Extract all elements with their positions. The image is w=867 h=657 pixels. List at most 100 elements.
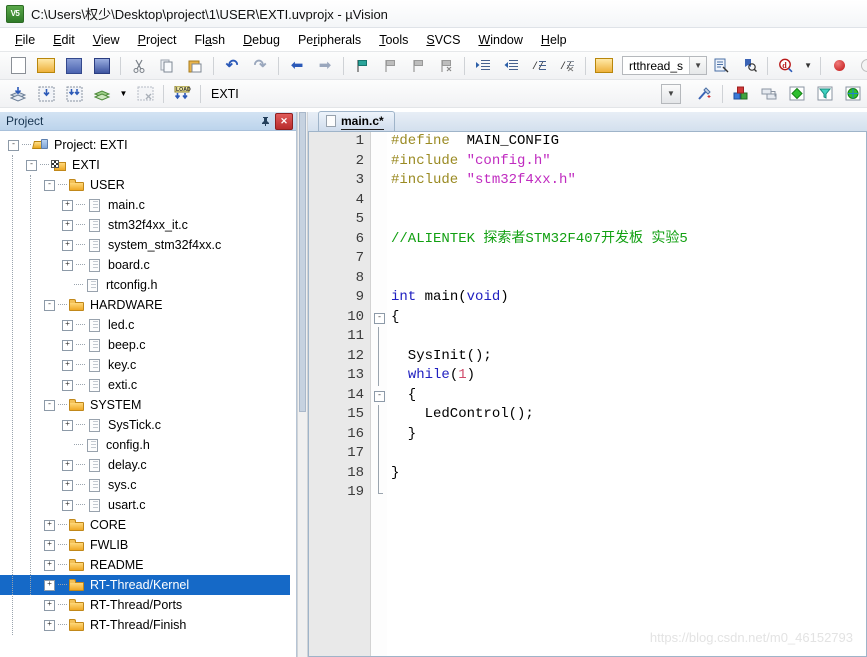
expand-icon[interactable]: + [44,520,55,531]
target-options-icon[interactable] [691,81,717,107]
cut-icon[interactable] [126,53,152,79]
target-selector-dropdown-icon[interactable]: ▼ [658,81,684,107]
tree-item[interactable]: -Project: EXTI [0,135,296,155]
tree-item[interactable]: +board.c [0,255,296,275]
close-panel-icon[interactable]: ✕ [275,113,293,130]
expand-icon[interactable]: + [62,460,73,471]
tree-item[interactable]: -EXTI [0,155,296,175]
project-tree[interactable]: -Project: EXTI-EXTI-USER+main.c+stm32f4x… [0,131,296,657]
code-line[interactable]: #define MAIN_CONFIG [391,132,866,152]
code-text[interactable]: #define MAIN_CONFIG#include "config.h"#i… [387,132,866,656]
expand-icon[interactable]: + [62,360,73,371]
menu-flash[interactable]: Flash [186,31,235,49]
tree-item[interactable]: +delay.c [0,455,296,475]
menu-svcs[interactable]: SVCS [417,31,469,49]
expand-icon[interactable]: + [44,540,55,551]
expand-icon[interactable]: + [62,340,73,351]
tree-item[interactable]: +sys.c [0,475,296,495]
auto-hide-pin-icon[interactable] [257,114,273,129]
code-line[interactable]: } [391,464,866,484]
code-line[interactable]: { [391,386,866,406]
code-line[interactable]: int main(void) [391,288,866,308]
uncomment-icon[interactable]: // [554,53,580,79]
menu-tools[interactable]: Tools [370,31,417,49]
fold-collapse-icon[interactable]: - [374,391,385,402]
build-target-icon[interactable] [33,81,59,107]
code-line[interactable]: #include "config.h" [391,152,866,172]
find-folder-icon[interactable] [591,53,617,79]
tab-main-c[interactable]: main.c* [318,111,395,131]
tree-item[interactable]: +RT-Thread/Ports [0,595,296,615]
filter-green-icon[interactable] [812,81,838,107]
tree-item[interactable]: +key.c [0,355,296,375]
bookmark-clear-icon[interactable] [433,53,459,79]
rebuild-all-icon[interactable] [61,81,87,107]
save-icon[interactable] [61,53,87,79]
menu-view[interactable]: View [84,31,129,49]
code-line[interactable] [391,191,866,211]
expand-icon[interactable]: + [44,600,55,611]
expand-icon[interactable]: + [62,260,73,271]
fold-margin[interactable]: -- [371,132,387,656]
code-line[interactable] [391,210,866,230]
tree-item[interactable]: -HARDWARE [0,295,296,315]
tree-item[interactable]: +beep.c [0,335,296,355]
navigate-forward-icon[interactable]: ➡ [312,53,338,79]
navigate-back-icon[interactable]: ⬅ [284,53,310,79]
code-line[interactable]: LedControl(); [391,405,866,425]
project-panel-scrollbar[interactable] [297,112,308,657]
tree-item[interactable]: +FWLIB [0,535,296,555]
code-line[interactable]: #include "stm32f4xx.h" [391,171,866,191]
tree-item[interactable]: +system_stm32f4xx.c [0,235,296,255]
collapse-icon[interactable]: - [44,180,55,191]
menu-edit[interactable]: Edit [44,31,84,49]
tree-item[interactable]: rtconfig.h [0,275,296,295]
code-line[interactable]: { [391,308,866,328]
save-all-icon[interactable] [89,53,115,79]
new-file-icon[interactable] [5,53,31,79]
tree-item[interactable]: +usart.c [0,495,296,515]
open-file-icon[interactable] [33,53,59,79]
configure-green-icon[interactable] [784,81,810,107]
translate-file-icon[interactable] [5,81,31,107]
menu-peripherals[interactable]: Peripherals [289,31,370,49]
bookmark-toggle-icon[interactable] [349,53,375,79]
batch-build-icon[interactable] [89,81,115,107]
expand-icon[interactable]: + [44,560,55,571]
code-line[interactable] [391,269,866,289]
menu-file[interactable]: File [6,31,44,49]
collapse-icon[interactable]: - [26,160,37,171]
expand-icon[interactable]: + [62,500,73,511]
undo-icon[interactable]: ↶ [219,53,245,79]
collapse-icon[interactable]: - [8,140,19,151]
batch-build-dropdown-icon[interactable]: ▼ [117,81,130,107]
redo-icon[interactable]: ↷ [247,53,273,79]
chevron-down-icon[interactable]: ▼ [689,57,706,74]
fold-collapse-icon[interactable]: - [374,313,385,324]
download-icon[interactable]: LOAD [169,81,195,107]
tree-item[interactable]: +exti.c [0,375,296,395]
menu-project[interactable]: Project [129,31,186,49]
code-line[interactable] [391,444,866,464]
tree-item[interactable]: +main.c [0,195,296,215]
bookmark-prev-icon[interactable] [377,53,403,79]
packs-green-icon[interactable] [840,81,866,107]
find-next-icon[interactable] [736,53,762,79]
expand-icon[interactable]: + [44,580,55,591]
code-line[interactable]: } [391,425,866,445]
expand-icon[interactable]: + [62,480,73,491]
code-line[interactable]: //ALIENTEK 探索者STM32F407开发板 实验5 [391,230,866,250]
find-combo[interactable]: rtthread_s ▼ [622,56,707,75]
comment-icon[interactable]: // [526,53,552,79]
code-line[interactable]: SysInit(); [391,347,866,367]
stop-build-icon[interactable] [132,81,158,107]
menu-debug[interactable]: Debug [234,31,289,49]
tree-item[interactable]: config.h [0,435,296,455]
manage-project-items-icon[interactable] [728,81,754,107]
scrollbar-thumb[interactable] [299,112,306,412]
tree-item-selected[interactable]: +RT-Thread/Kernel [0,575,290,595]
code-line[interactable] [391,483,866,503]
expand-icon[interactable]: + [62,380,73,391]
tree-item[interactable]: +RT-Thread/Finish [0,615,296,635]
disable-breakpoint-icon[interactable] [854,53,867,79]
